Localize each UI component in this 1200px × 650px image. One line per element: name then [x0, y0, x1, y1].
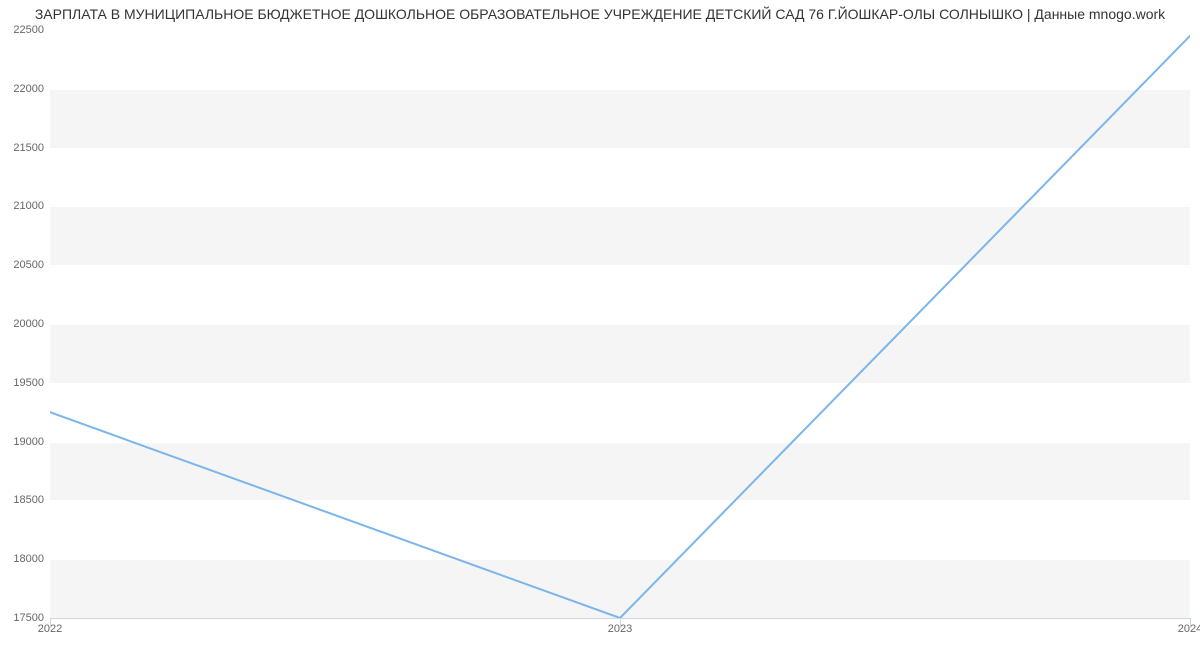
x-tick-mark [620, 618, 621, 628]
x-tick-mark [1190, 618, 1191, 628]
y-tick-label: 21500 [13, 142, 44, 154]
y-tick-label: 19500 [13, 377, 44, 389]
y-tick-label: 18000 [13, 553, 44, 565]
y-tick-label: 18500 [13, 494, 44, 506]
y-tick-label: 19000 [13, 436, 44, 448]
data-line [50, 30, 1190, 618]
y-tick-label: 20000 [13, 318, 44, 330]
y-tick-label: 22000 [13, 83, 44, 95]
x-tick-label: 2024 [1178, 623, 1200, 635]
x-tick-mark [50, 618, 51, 628]
y-tick-label: 22500 [13, 24, 44, 36]
chart-title: ЗАРПЛАТА В МУНИЦИПАЛЬНОЕ БЮДЖЕТНОЕ ДОШКО… [0, 6, 1200, 22]
plot-area [50, 30, 1190, 618]
y-tick-label: 21000 [13, 200, 44, 212]
y-tick-label: 20500 [13, 259, 44, 271]
